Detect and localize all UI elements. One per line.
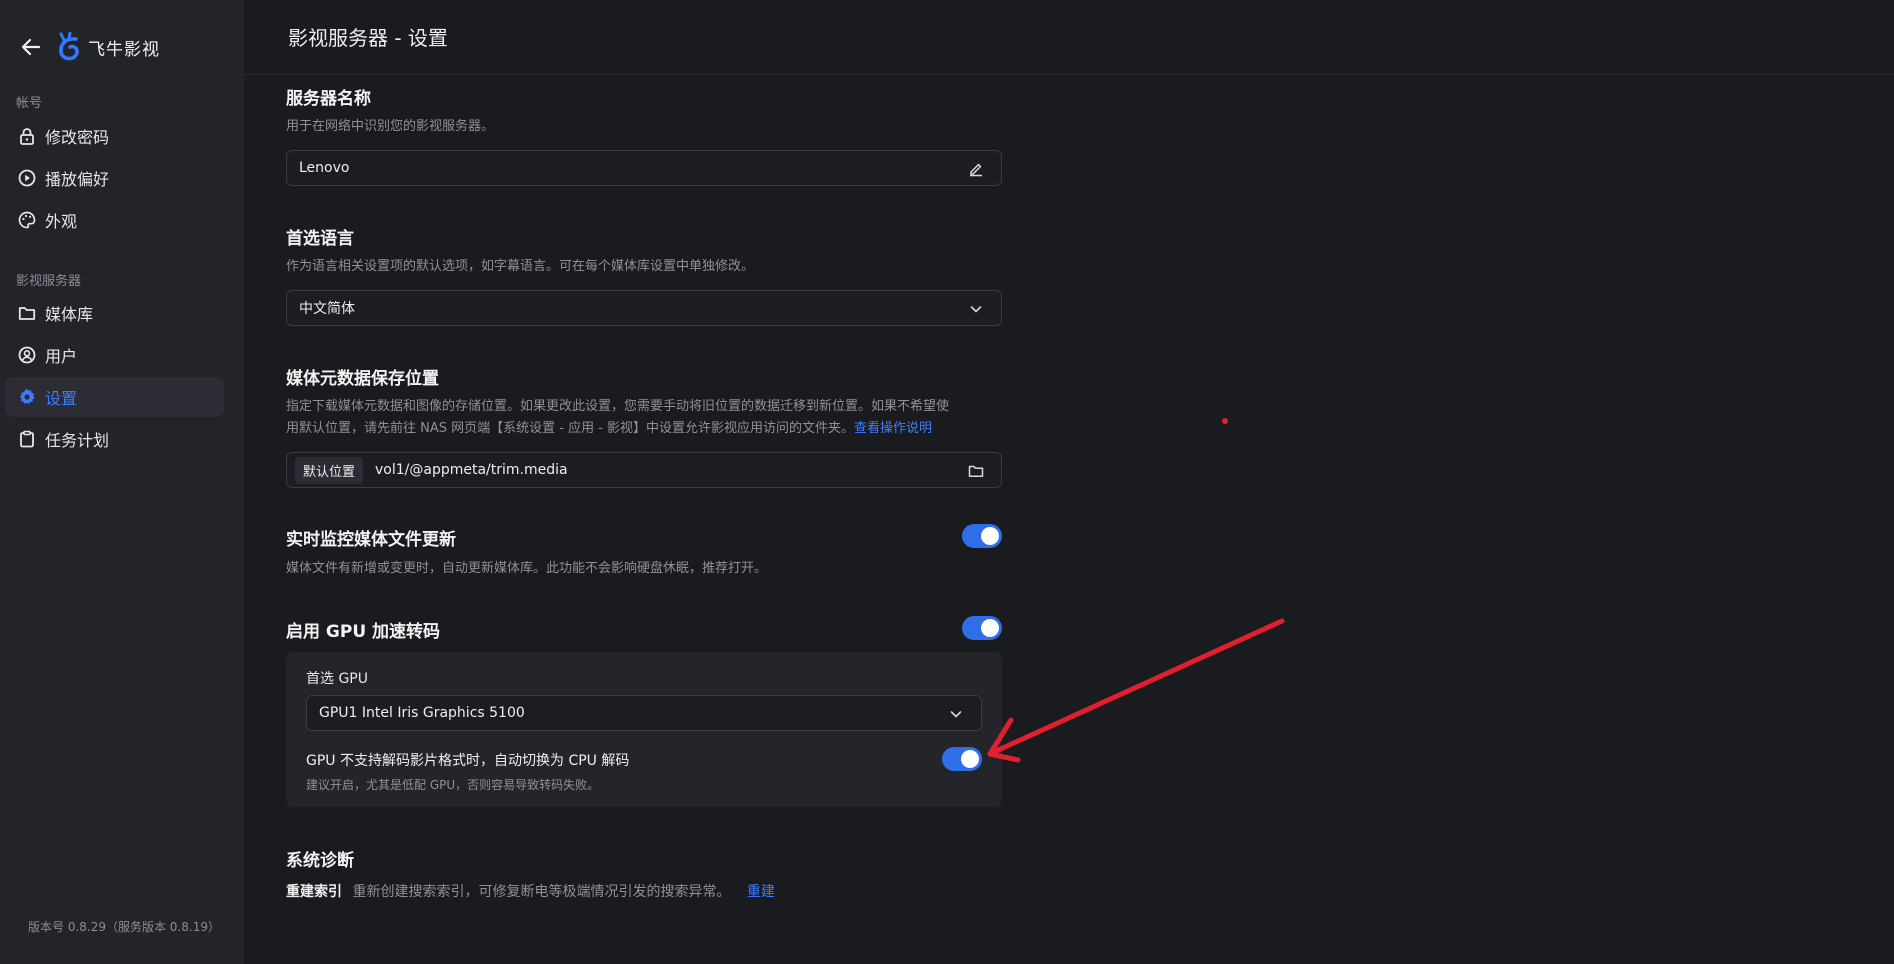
user-circle-icon — [17, 345, 37, 365]
metadata-path-field[interactable]: 默认位置 vol1/@appmeta/trim.media — [286, 452, 1002, 488]
gpu-title: 启用 GPU 加速转码 — [286, 622, 441, 642]
cpu-fallback-toggle[interactable] — [942, 747, 982, 771]
chevron-down-icon — [947, 705, 965, 723]
back-arrow-icon[interactable] — [18, 34, 44, 60]
toggle-knob — [981, 527, 999, 545]
language-value: 中文简体 — [299, 301, 355, 317]
preferred-gpu-select[interactable]: GPU1 Intel Iris Graphics 5100 — [306, 695, 982, 731]
header-divider — [244, 74, 1894, 75]
diagnostics-title: 系统诊断 — [286, 851, 354, 871]
monitor-title: 实时监控媒体文件更新 — [286, 530, 456, 550]
play-circle-icon — [17, 168, 37, 188]
app-name: 飞牛影视 — [88, 39, 160, 60]
toggle-knob — [981, 619, 999, 637]
sidebar-item-appearance[interactable]: 外观 — [5, 200, 224, 240]
server-name-field[interactable]: Lenovo — [286, 150, 1002, 186]
sidebar-item-label: 任务计划 — [45, 431, 110, 450]
folder-icon — [17, 303, 37, 323]
lock-icon — [17, 126, 37, 146]
sidebar-item-label: 用户 — [45, 347, 78, 366]
chevron-down-icon — [967, 300, 985, 318]
sidebar-item-label: 媒体库 — [45, 305, 94, 324]
rebuild-index-label: 重建索引 — [286, 884, 342, 900]
server-name-desc: 用于在网络中识别您的影视服务器。 — [286, 119, 495, 134]
gpu-options-panel: 首选 GPU GPU1 Intel Iris Graphics 5100 GPU… — [286, 652, 1002, 807]
server-name-title: 服务器名称 — [286, 89, 371, 109]
rebuild-index-desc: 重新创建搜索索引，可修复断电等极端情况引发的搜索异常。 — [352, 884, 731, 900]
rebuild-index-row: 重建索引 重新创建搜索索引，可修复断电等极端情况引发的搜索异常。 重建 — [286, 881, 775, 901]
toggle-knob — [961, 750, 979, 768]
language-desc: 作为语言相关设置项的默认选项，如字幕语言。可在每个媒体库设置中单独修改。 — [286, 259, 755, 274]
sidebar: 飞牛影视 帐号 修改密码 播放偏好 外观 影视服务器 媒体库 用户 设置 任务计… — [0, 0, 244, 964]
metadata-desc-line1: 指定下载媒体元数据和图像的存储位置。如果更改此设置，您需要手动将旧位置的数据迁移… — [286, 399, 950, 414]
metadata-path-value: vol1/@appmeta/trim.media — [375, 462, 568, 478]
preferred-gpu-label: 首选 GPU — [306, 671, 368, 687]
monitor-desc: 媒体文件有新增或变更时，自动更新媒体库。此功能不会影响硬盘休眠，推荐打开。 — [286, 561, 768, 576]
nav-group-account: 帐号 — [16, 96, 43, 111]
brand: 飞牛影视 — [18, 30, 160, 64]
sidebar-item-label: 外观 — [45, 212, 78, 231]
gpu-toggle[interactable] — [962, 616, 1002, 640]
language-select[interactable]: 中文简体 — [286, 290, 1002, 326]
sidebar-item-change-password[interactable]: 修改密码 — [5, 116, 224, 156]
clipboard-icon — [17, 429, 37, 449]
sidebar-item-label: 修改密码 — [45, 128, 110, 147]
edit-icon[interactable] — [967, 160, 985, 178]
app-logo-icon — [56, 31, 82, 62]
metadata-help-link[interactable]: 查看操作说明 — [854, 421, 932, 436]
sidebar-item-media-library[interactable]: 媒体库 — [5, 293, 224, 333]
sidebar-item-users[interactable]: 用户 — [5, 335, 224, 375]
cpu-fallback-title: GPU 不支持解码影片格式时，自动切换为 CPU 解码 — [306, 753, 630, 769]
metadata-desc-line2: 用默认位置，请先前往 NAS 网页端【系统设置 - 应用 - 影视】中设置允许影… — [286, 421, 855, 436]
version-text: 版本号 0.8.29（服务版本 0.8.19） — [28, 920, 220, 934]
metadata-title: 媒体元数据保存位置 — [286, 369, 439, 389]
gear-icon — [17, 387, 37, 407]
main-content: 影视服务器 - 设置 服务器名称 用于在网络中识别您的影视服务器。 Lenovo… — [244, 0, 1894, 964]
language-title: 首选语言 — [286, 229, 354, 249]
cpu-fallback-desc: 建议开启，尤其是低配 GPU，否则容易导致转码失败。 — [306, 778, 600, 792]
annotation-dot — [1222, 418, 1228, 424]
sidebar-item-label: 设置 — [45, 389, 78, 408]
metadata-desc: 指定下载媒体元数据和图像的存储位置。如果更改此设置，您需要手动将旧位置的数据迁移… — [286, 396, 1006, 440]
sidebar-item-label: 播放偏好 — [45, 170, 110, 189]
rebuild-index-link[interactable]: 重建 — [747, 884, 775, 900]
sidebar-item-scheduled-tasks[interactable]: 任务计划 — [5, 419, 224, 459]
default-location-chip: 默认位置 — [295, 456, 364, 484]
palette-icon — [17, 210, 37, 230]
sidebar-item-playback[interactable]: 播放偏好 — [5, 158, 224, 198]
sidebar-item-settings[interactable]: 设置 — [5, 377, 224, 417]
preferred-gpu-value: GPU1 Intel Iris Graphics 5100 — [319, 705, 525, 721]
folder-icon[interactable] — [967, 462, 985, 480]
page-title: 影视服务器 - 设置 — [288, 26, 448, 50]
monitor-toggle[interactable] — [962, 524, 1002, 548]
nav-group-server: 影视服务器 — [16, 274, 82, 289]
server-name-value: Lenovo — [299, 160, 350, 176]
